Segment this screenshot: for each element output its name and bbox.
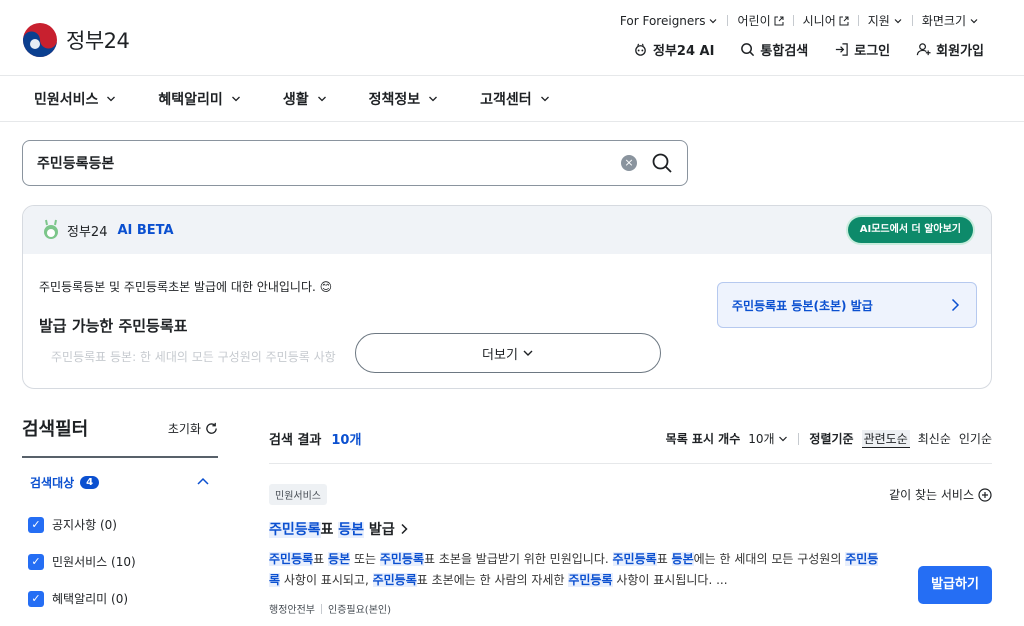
ai-mode-button[interactable]: AI모드에서 더 알아보기: [847, 217, 973, 243]
result-description: 주민등록표 등본 또는 주민등록표 초본을 발급받기 위한 민원입니다. 주민등…: [269, 552, 879, 587]
sort-latest[interactable]: 최신순: [918, 430, 951, 447]
result-meta: 행정안전부 인증필요(본인): [269, 603, 392, 616]
apply-button[interactable]: 발급하기: [918, 566, 992, 604]
logo-text: 정부24: [66, 29, 130, 53]
search-icon: [741, 43, 755, 57]
results-title: 검색 결과 10개: [269, 429, 361, 448]
integrated-search-link[interactable]: 통합검색: [740, 40, 808, 59]
results-controls: 목록 표시 개수 10개 정렬기준 관련도순 최신순 인기순: [665, 429, 992, 448]
main-nav: 민원서비스 혜택알리미 생활 정책정보 고객센터: [0, 76, 1024, 122]
nav-civil-service[interactable]: 민원서비스: [34, 89, 116, 109]
chevron-down-icon: [429, 96, 438, 101]
ai-answer-panel: 정부24 AI BETA AI모드에서 더 알아보기 주민등록등본 및 주민등록…: [22, 205, 992, 389]
util-link-screen-size[interactable]: 화면크기: [913, 12, 988, 29]
ai-bot-icon: [635, 43, 646, 56]
ai-service-link[interactable]: 주민등록표 등본(초본) 발급: [717, 282, 977, 328]
util-link-support[interactable]: 지원: [859, 12, 912, 29]
chevron-down-icon: [317, 96, 326, 101]
chevron-down-icon: [107, 96, 116, 101]
search-input[interactable]: 주민등록등본: [37, 153, 621, 173]
chevron-right-icon: [401, 523, 408, 535]
main-links: 정부24 AI 통합검색 로그인 회원가입: [633, 40, 984, 59]
filter-checkbox-notice[interactable]: ✓ 공지사항 (0): [22, 506, 218, 543]
signup-link[interactable]: 회원가입: [916, 40, 984, 59]
user-add-icon: [916, 43, 931, 56]
clear-search-button[interactable]: ×: [621, 155, 637, 171]
filter-title: 검색필터: [22, 419, 89, 440]
ai-mascot-icon: [44, 219, 58, 239]
chevron-down-icon: [710, 18, 717, 23]
util-link-children[interactable]: 어린이: [728, 12, 792, 29]
chevron-down-icon: [540, 96, 549, 101]
external-link-icon: [774, 16, 784, 25]
filter-group-target[interactable]: 검색대상 4: [22, 458, 218, 506]
filter-checkbox-civil[interactable]: ✓ 민원서비스 (10): [22, 543, 218, 580]
refresh-icon: [206, 422, 217, 434]
login-icon: [836, 43, 848, 56]
ai-panel-header: 정부24 AI BETA AI모드에서 더 알아보기: [23, 206, 991, 254]
ai-link[interactable]: 정부24 AI: [633, 40, 714, 59]
chevron-down-icon: [231, 96, 240, 101]
category-chip: 민원서비스: [269, 484, 327, 505]
chevron-down-icon: [970, 18, 978, 23]
plus-circle-icon: [978, 487, 992, 502]
login-link[interactable]: 로그인: [834, 40, 890, 59]
checkbox-checked-icon[interactable]: ✓: [28, 516, 44, 533]
reset-filter-button[interactable]: 초기화: [168, 420, 218, 437]
chevron-up-icon: [197, 477, 209, 485]
external-link-icon: [839, 16, 849, 25]
per-page-select[interactable]: 10개: [748, 430, 788, 447]
util-link-senior[interactable]: 시니어: [794, 12, 858, 29]
util-link-foreigners[interactable]: For Foreigners: [611, 14, 728, 28]
checkbox-checked-icon[interactable]: ✓: [28, 553, 44, 570]
site-header: 정부24 For Foreigners 어린이 시니어 지원 화면크기 정부24…: [0, 0, 1024, 76]
search-box[interactable]: 주민등록등본 ×: [22, 140, 688, 186]
sort-popular[interactable]: 인기순: [959, 430, 992, 447]
result-card: 민원서비스 같이 찾는 서비스 주민등록표 등본 발급 주민등록표 등본 또는 …: [269, 464, 992, 616]
results-count: 10개: [331, 433, 362, 448]
filter-header: 검색필터 초기화: [22, 414, 218, 458]
chevron-right-icon: [951, 298, 960, 312]
nav-life[interactable]: 생활: [283, 89, 327, 109]
nav-benefits[interactable]: 혜택알리미: [158, 89, 240, 109]
more-button[interactable]: 더보기: [355, 333, 661, 373]
taegeuk-logo-icon: [23, 23, 57, 57]
search-results: 검색 결과 10개 목록 표시 개수 10개 정렬기준 관련도순 최신순 인기순 …: [269, 414, 992, 616]
ai-brand: 정부24 AI BETA: [41, 219, 174, 241]
related-services-button[interactable]: 같이 찾는 서비스: [889, 486, 992, 503]
utility-links: For Foreigners 어린이 시니어 지원 화면크기: [611, 12, 988, 29]
results-header: 검색 결과 10개 목록 표시 개수 10개 정렬기준 관련도순 최신순 인기순: [269, 414, 992, 464]
nav-customer-center[interactable]: 고객센터: [480, 89, 550, 109]
filter-count-badge: 4: [80, 475, 100, 489]
result-title-link[interactable]: 주민등록표 등본 발급: [269, 519, 992, 539]
chevron-down-icon: [894, 18, 902, 23]
checkbox-checked-icon[interactable]: ✓: [28, 590, 44, 607]
search-filter: 검색필터 초기화 검색대상 4 ✓ 공지사항 (0) ✓ 민원서비스 (10) ✓ 혜택…: [22, 414, 218, 617]
filter-checkbox-benefits[interactable]: ✓ 혜택알리미 (0): [22, 580, 218, 617]
site-logo[interactable]: 정부24: [22, 22, 130, 58]
chevron-down-icon: [523, 350, 533, 356]
nav-policy[interactable]: 정책정보: [369, 89, 439, 109]
search-icon[interactable]: [651, 152, 673, 174]
sort-relevance[interactable]: 관련도순: [861, 429, 910, 448]
chevron-down-icon: [779, 436, 788, 442]
